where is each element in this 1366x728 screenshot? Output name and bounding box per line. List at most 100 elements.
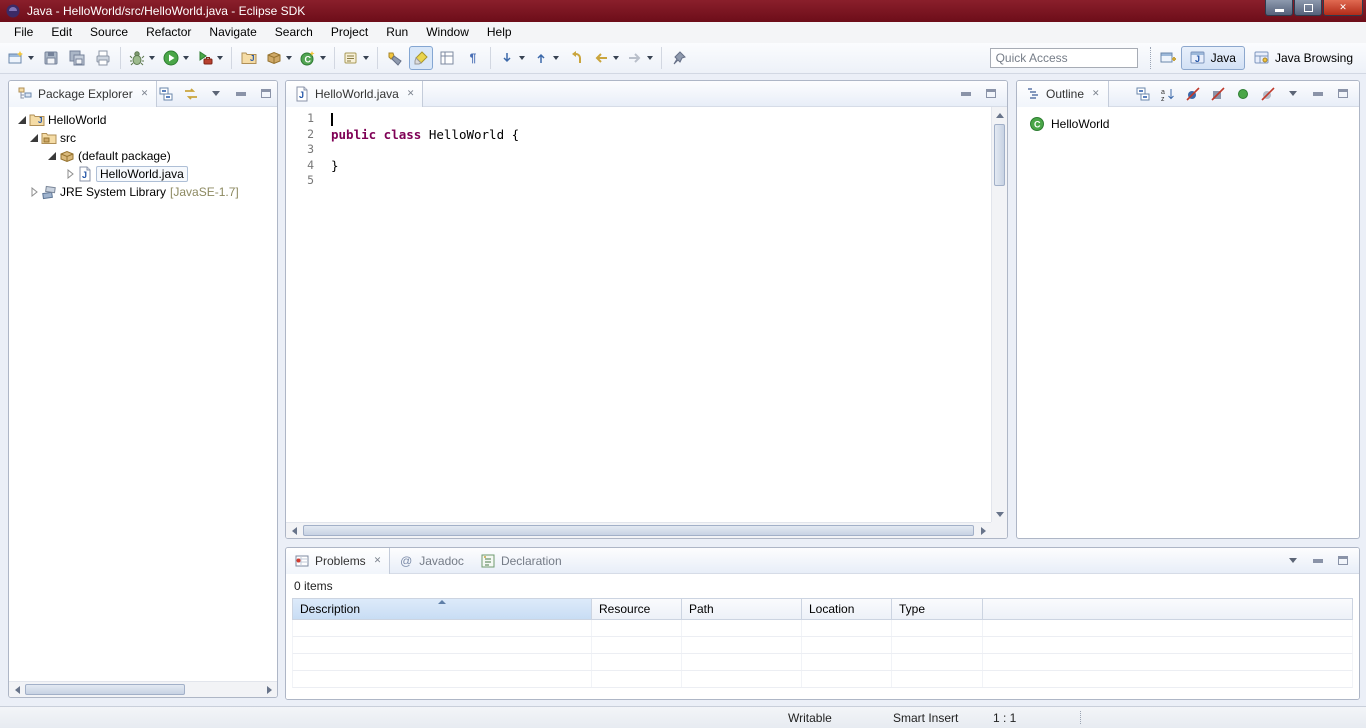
quick-access-input[interactable]: [990, 48, 1138, 68]
scroll-left-arrow[interactable]: [286, 523, 302, 539]
back-dropdown-arrow[interactable]: [613, 56, 619, 60]
new-java-project-button[interactable]: J: [237, 46, 261, 70]
close-window-button[interactable]: ✕: [1323, 0, 1363, 16]
hide-local-types-icon[interactable]: [1259, 85, 1277, 103]
outline-item-helloworld[interactable]: C HelloWorld: [1029, 115, 1359, 133]
vscrollbar-thumb[interactable]: [994, 124, 1005, 186]
hscrollbar-thumb[interactable]: [303, 525, 974, 536]
sort-icon[interactable]: az: [1159, 85, 1177, 103]
run-external-tools-dropdown-arrow[interactable]: [217, 56, 223, 60]
view-menu-icon[interactable]: [207, 85, 225, 103]
collapse-all-icon[interactable]: [1134, 85, 1152, 103]
open-task-button[interactable]: [340, 46, 372, 70]
hide-static-members-icon[interactable]: [1209, 85, 1227, 103]
column-header-location[interactable]: Location: [802, 599, 892, 619]
expanded-twisty-icon[interactable]: [27, 132, 40, 145]
tab-outline[interactable]: Outline ✕: [1017, 81, 1109, 107]
new-package-dropdown-arrow[interactable]: [286, 56, 292, 60]
column-header-type[interactable]: Type: [892, 599, 983, 619]
new-class-dropdown-arrow[interactable]: [320, 56, 326, 60]
new-wizard-dropdown-arrow[interactable]: [28, 56, 34, 60]
run-external-tools-button[interactable]: [194, 46, 226, 70]
menu-refactor[interactable]: Refactor: [137, 23, 200, 42]
menu-navigate[interactable]: Navigate: [200, 23, 265, 42]
menu-source[interactable]: Source: [81, 23, 137, 42]
scroll-right-arrow[interactable]: [975, 523, 991, 539]
minimize-view-icon[interactable]: [1309, 85, 1327, 103]
tab-package-explorer[interactable]: Package Explorer ✕: [9, 81, 157, 107]
pin-editor-button[interactable]: [667, 46, 691, 70]
column-header-resource[interactable]: Resource: [592, 599, 682, 619]
scroll-left-arrow[interactable]: [9, 682, 25, 698]
close-tab-icon[interactable]: ✕: [141, 88, 149, 99]
column-header-path[interactable]: Path: [682, 599, 802, 619]
close-tab-icon[interactable]: ✕: [407, 88, 415, 99]
new-wizard-button[interactable]: [5, 46, 37, 70]
menu-file[interactable]: File: [5, 23, 42, 42]
tree-item-jre-library[interactable]: JRE System Library [JavaSE-1.7]: [9, 183, 277, 201]
scroll-right-arrow[interactable]: [261, 682, 277, 698]
minimize-view-icon[interactable]: [1309, 552, 1327, 570]
run-button[interactable]: [160, 46, 192, 70]
collapsed-twisty-icon[interactable]: [27, 186, 40, 199]
view-menu-icon[interactable]: [1284, 552, 1302, 570]
next-annotation-dropdown-arrow[interactable]: [519, 56, 525, 60]
hscrollbar-thumb[interactable]: [25, 684, 185, 695]
maximize-view-icon[interactable]: [1334, 85, 1352, 103]
forward-button[interactable]: [624, 46, 656, 70]
open-perspective-button[interactable]: [1156, 46, 1180, 70]
minimize-window-button[interactable]: [1265, 0, 1293, 16]
debug-dropdown-arrow[interactable]: [149, 56, 155, 60]
back-button[interactable]: [590, 46, 622, 70]
close-tab-icon[interactable]: ✕: [1092, 88, 1100, 99]
hide-fields-icon[interactable]: [1184, 85, 1202, 103]
show-public-members-icon[interactable]: [1234, 85, 1252, 103]
last-edit-location-button[interactable]: [564, 46, 588, 70]
open-task-dropdown-arrow[interactable]: [363, 56, 369, 60]
editor-hscrollbar[interactable]: [286, 522, 991, 538]
forward-dropdown-arrow[interactable]: [647, 56, 653, 60]
expanded-twisty-icon[interactable]: [45, 150, 58, 163]
previous-annotation-dropdown-arrow[interactable]: [553, 56, 559, 60]
menu-edit[interactable]: Edit: [42, 23, 81, 42]
show-whitespace-button[interactable]: ¶: [461, 46, 485, 70]
maximize-view-icon[interactable]: [1334, 552, 1352, 570]
tab-editor-helloworld[interactable]: J HelloWorld.java ✕: [286, 81, 423, 107]
perspective-java-button[interactable]: J Java: [1181, 46, 1245, 70]
tab-javadoc[interactable]: @ Javadoc: [390, 548, 472, 574]
column-header-description[interactable]: Description: [293, 599, 592, 619]
menu-help[interactable]: Help: [478, 23, 521, 42]
menu-run[interactable]: Run: [377, 23, 417, 42]
mark-occurrences-button[interactable]: [409, 46, 433, 70]
tree-item-java-file[interactable]: J HelloWorld.java: [9, 165, 277, 183]
scroll-down-arrow[interactable]: [992, 506, 1008, 522]
menu-project[interactable]: Project: [322, 23, 377, 42]
minimize-view-icon[interactable]: [957, 85, 975, 103]
code-area[interactable]: public class HelloWorld { }: [331, 107, 990, 189]
package-explorer-tree[interactable]: J HelloWorld src (default package) J Hel…: [9, 107, 277, 697]
perspective-java-browsing-button[interactable]: Java Browsing: [1245, 46, 1362, 70]
maximize-view-icon[interactable]: [982, 85, 1000, 103]
save-button[interactable]: [39, 46, 63, 70]
debug-button[interactable]: [126, 46, 158, 70]
next-annotation-button[interactable]: [496, 46, 528, 70]
previous-annotation-button[interactable]: [530, 46, 562, 70]
collapse-all-icon[interactable]: [157, 85, 175, 103]
tree-item-project[interactable]: J HelloWorld: [9, 111, 277, 129]
scroll-up-arrow[interactable]: [992, 107, 1008, 123]
line-number-gutter[interactable]: 1 2 3 4 5: [286, 107, 324, 522]
java-search-button[interactable]: [383, 46, 407, 70]
editor-vscrollbar[interactable]: [991, 107, 1007, 522]
tree-item-src[interactable]: src: [9, 129, 277, 147]
new-class-button[interactable]: C: [297, 46, 329, 70]
menu-search[interactable]: Search: [266, 23, 322, 42]
tab-problems[interactable]: Problems ✕: [286, 548, 390, 574]
collapsed-twisty-icon[interactable]: [63, 168, 76, 181]
new-package-button[interactable]: [263, 46, 295, 70]
show-source-button[interactable]: [435, 46, 459, 70]
view-menu-icon[interactable]: [1284, 85, 1302, 103]
tab-declaration[interactable]: Declaration: [472, 548, 570, 574]
print-button[interactable]: [91, 46, 115, 70]
maximize-window-button[interactable]: [1294, 0, 1322, 16]
menu-window[interactable]: Window: [417, 23, 478, 42]
